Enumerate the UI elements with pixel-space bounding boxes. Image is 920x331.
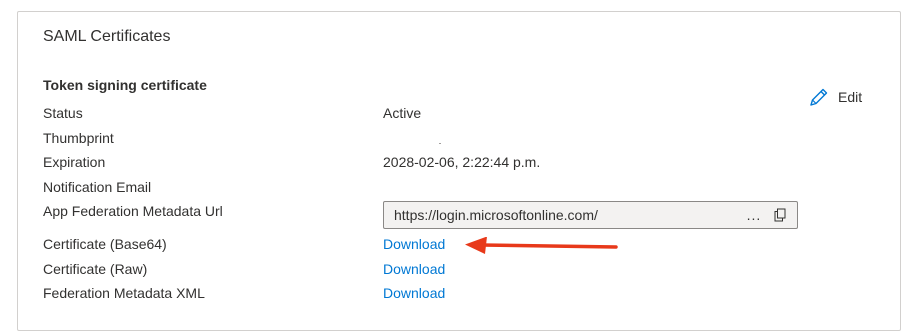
more-options-button[interactable]: ... bbox=[743, 207, 765, 223]
status-value: Active bbox=[383, 105, 422, 121]
metadata-url-field[interactable]: https://login.microsoftonline.com/ ... bbox=[383, 201, 798, 229]
metadata-url-label: App Federation Metadata Url bbox=[43, 203, 223, 219]
edit-button[interactable]: Edit bbox=[808, 86, 862, 108]
card-title: SAML Certificates bbox=[43, 28, 171, 45]
cert-raw-download-link[interactable]: Download bbox=[383, 261, 445, 277]
saml-certificates-card: SAML Certificates Token signing certific… bbox=[17, 11, 901, 331]
copy-icon[interactable] bbox=[769, 204, 791, 226]
cert-raw-label: Certificate (Raw) bbox=[43, 261, 148, 277]
pencil-icon bbox=[808, 86, 830, 108]
thumbprint-label: Thumbprint bbox=[43, 130, 114, 146]
status-label: Status bbox=[43, 105, 83, 121]
edit-label: Edit bbox=[838, 89, 863, 105]
cert-base64-download-link[interactable]: Download bbox=[383, 236, 445, 252]
federation-xml-download-link[interactable]: Download bbox=[383, 285, 445, 301]
thumbprint-value bbox=[439, 143, 441, 144]
expiration-label: Expiration bbox=[43, 154, 106, 170]
notification-email-label: Notification Email bbox=[43, 179, 152, 195]
expiration-value: 2028-02-06, 2:22:44 p.m. bbox=[383, 154, 541, 170]
cert-base64-label: Certificate (Base64) bbox=[43, 236, 167, 252]
red-arrow-annotation bbox=[465, 237, 618, 254]
federation-xml-label: Federation Metadata XML bbox=[43, 285, 205, 301]
section-title: Token signing certificate bbox=[43, 77, 207, 93]
metadata-url-value[interactable]: https://login.microsoftonline.com/ bbox=[384, 207, 743, 223]
